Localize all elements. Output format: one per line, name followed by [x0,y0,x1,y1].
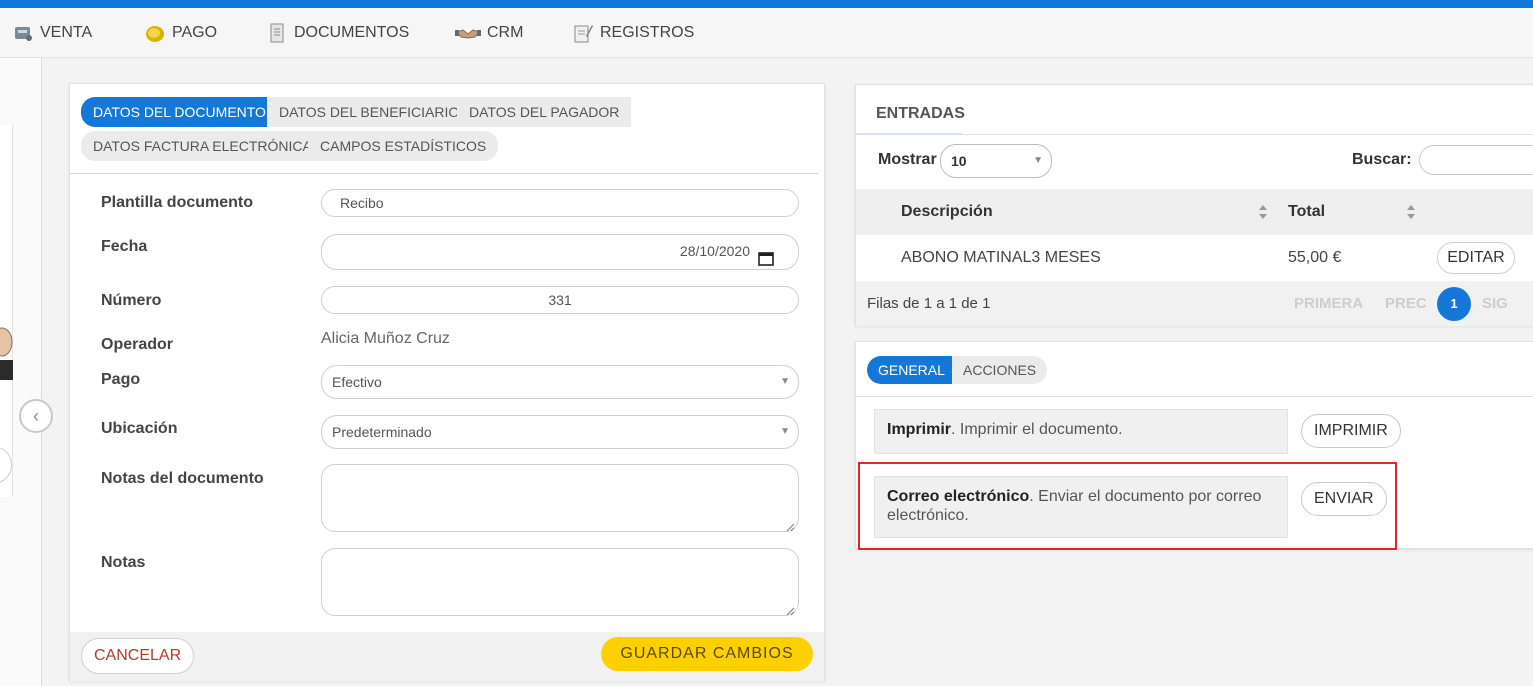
menu-crm[interactable]: CRM [455,8,523,58]
print-action-description: Imprimir. Imprimir el documento. [874,409,1288,454]
entries-title-underline [856,133,962,135]
notas-textarea[interactable] [321,548,799,616]
numero-field[interactable]: 331 [321,286,799,314]
search-label: Buscar: [1352,151,1412,168]
left-card [0,125,13,497]
menu-documentos[interactable]: DOCUMENTOS [266,8,409,58]
pago-select[interactable]: Efectivo ▼ [321,365,799,399]
chevron-down-icon: ▼ [780,376,790,387]
main-menu: VENTA PAGO DOCUMENTOS CRM REGISTROS [0,8,1533,58]
ubicacion-value: Predeterminado [332,424,432,440]
tab-general[interactable]: GENERAL [867,356,956,384]
pago-value: Efectivo [332,374,382,390]
table-footer: Filas de 1 a 1 de 1 PRIMERA PREC 1 SIG [856,281,1533,326]
operador-value: Alicia Muñoz Cruz [321,330,450,347]
coin-icon [144,22,166,44]
show-label: Mostrar [878,151,937,168]
email-action-highlight [858,462,1397,550]
pagination-first[interactable]: PRIMERA [1294,295,1363,312]
sort-icon[interactable] [1258,204,1268,220]
menu-registros[interactable]: REGISTROS [572,8,694,58]
label-plantilla: Plantilla documento [101,194,254,211]
document-panel: DATOS DEL DOCUMENTO DATOS DEL BENEFICIAR… [69,83,825,681]
document-icon [266,22,288,44]
register-icon [572,22,594,44]
collapse-chevron-icon[interactable]: ‹ [19,399,53,433]
tab-datos-beneficiario[interactable]: DATOS DEL BENEFICIARIO [267,97,472,127]
pagination-next[interactable]: SIG [1482,295,1508,312]
menu-pago[interactable]: PAGO [144,8,217,58]
tab-datos-factura-electronica[interactable]: DATOS FACTURA ELECTRÓNICA [81,131,324,161]
left-avatar [0,320,13,380]
search-input[interactable] [1419,145,1533,175]
menu-venta-label: VENTA [40,24,93,41]
notas-documento-textarea[interactable] [321,464,799,532]
label-fecha: Fecha [101,238,148,255]
print-action-text: . Imprimir el documento. [951,421,1123,438]
entries-panel: ENTRADAS Mostrar 10 ▼ Buscar: Descripció… [855,84,1533,326]
tabs-divider [70,173,818,174]
print-action-title: Imprimir [887,421,952,438]
actions-tabs-divider [856,396,1533,397]
menu-pago-label: PAGO [172,24,218,41]
column-total[interactable]: Total [1288,189,1325,235]
fecha-value: 28/10/2020 [679,243,750,259]
tab-datos-pagador[interactable]: DATOS DEL PAGADOR [457,97,632,127]
row-total: 55,00 € [1288,249,1342,266]
resize-grip-icon[interactable] [786,519,795,532]
menu-registros-label: REGISTROS [600,24,695,41]
calendar-icon[interactable] [758,245,774,277]
row-descripcion: ABONO MATINAL3 MESES [901,249,1101,266]
table-row: ABONO MATINAL3 MESES 55,00 € EDITAR [856,235,1533,281]
cancel-button[interactable]: CANCELAR [81,638,195,674]
label-notas: Notas [101,554,146,571]
sale-icon [12,22,34,44]
rows-info: Filas de 1 a 1 de 1 [867,295,991,312]
label-pago: Pago [101,371,141,388]
resize-grip-icon[interactable] [786,603,795,616]
menu-venta[interactable]: VENTA [12,8,92,58]
chevron-down-icon: ▼ [780,426,790,437]
fecha-date-field[interactable]: 28/10/2020 [321,234,799,270]
label-operador: Operador [101,336,174,353]
print-button[interactable]: IMPRIMIR [1301,414,1401,448]
label-numero: Número [101,292,162,309]
show-count-value: 10 [951,153,967,169]
chevron-down-icon: ▼ [1033,155,1043,166]
tab-acciones[interactable]: ACCIONES [952,356,1048,384]
pagination-current[interactable]: 1 [1437,287,1471,321]
save-changes-button[interactable]: GUARDAR CAMBIOS [601,637,813,671]
column-descripcion[interactable]: Descripción [901,189,993,235]
top-accent-bar [0,0,1533,8]
panel-footer: CANCELAR GUARDAR CAMBIOS [70,632,824,681]
pagination-prev[interactable]: PREC [1385,295,1427,312]
label-notas-documento: Notas del documento [101,470,264,487]
handshake-icon [455,22,481,44]
tab-campos-estadisticos[interactable]: CAMPOS ESTADÍSTICOS [308,131,499,161]
edit-button[interactable]: EDITAR [1437,242,1515,274]
menu-crm-label: CRM [487,24,524,41]
ubicacion-select[interactable]: Predeterminado ▼ [321,415,799,449]
sort-icon[interactable] [1406,204,1416,220]
tab-datos-documento[interactable]: DATOS DEL DOCUMENTO [81,97,278,127]
show-count-select[interactable]: 10 ▼ [940,144,1052,178]
entries-title: ENTRADAS [876,105,965,122]
label-ubicacion: Ubicación [101,420,178,437]
menu-documentos-label: DOCUMENTOS [294,24,410,41]
table-header: Descripción Total [856,189,1533,235]
plantilla-field[interactable]: Recibo [321,189,799,217]
